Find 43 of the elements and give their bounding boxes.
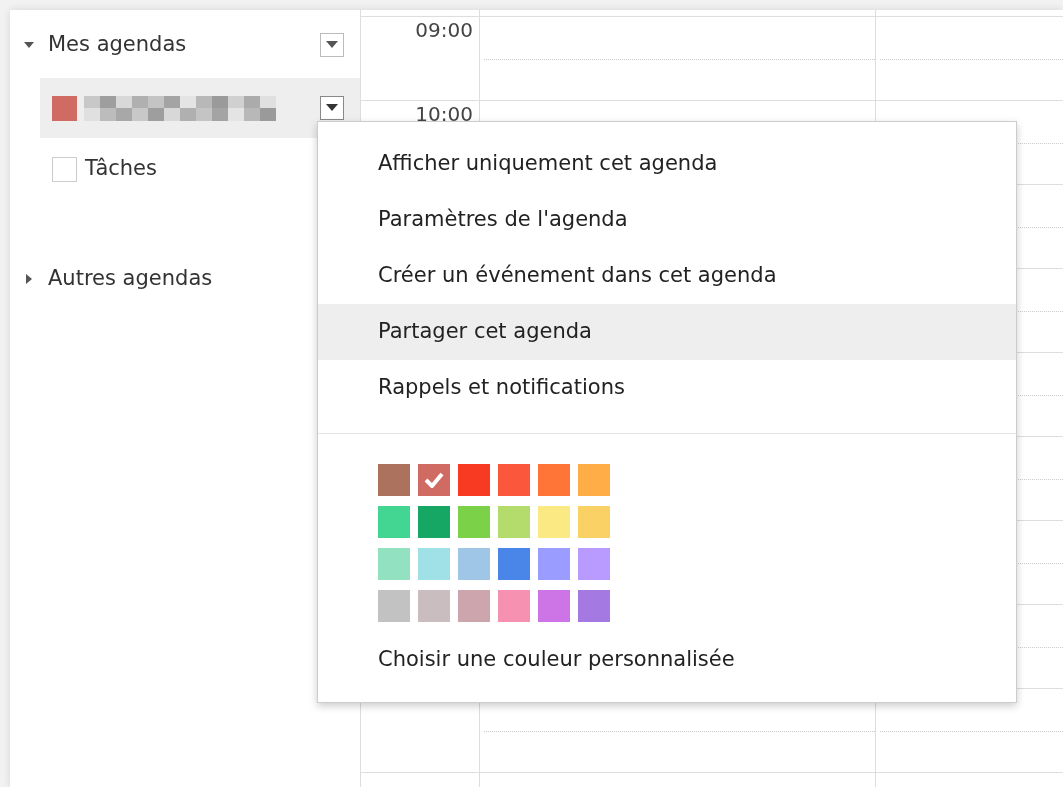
menu-item[interactable]: Créer un événement dans cet agenda: [318, 248, 1016, 304]
color-swatch[interactable]: [418, 506, 450, 538]
time-label: 10:00: [415, 102, 473, 126]
collapse-arrow-icon[interactable]: [24, 40, 34, 50]
color-swatch[interactable]: [418, 548, 450, 580]
caret-icon: [326, 104, 338, 112]
color-swatch[interactable]: [578, 590, 610, 622]
dropdown-button[interactable]: [320, 96, 344, 120]
menu-item[interactable]: Partager cet agenda: [318, 304, 1016, 360]
color-swatch[interactable]: [418, 590, 450, 622]
color-swatch[interactable]: [458, 548, 490, 580]
caret-icon: [326, 41, 338, 49]
color-swatch[interactable]: [538, 506, 570, 538]
color-swatch[interactable]: [538, 464, 570, 496]
menu-item[interactable]: Rappels et notifications: [318, 360, 1016, 416]
check-icon: [424, 472, 444, 488]
menu-item[interactable]: Afficher uniquement cet agenda: [318, 136, 1016, 192]
color-swatch[interactable]: [498, 506, 530, 538]
time-label: 09:00: [415, 18, 473, 42]
color-swatch[interactable]: [498, 548, 530, 580]
color-swatch[interactable]: [378, 590, 410, 622]
calendar-label: Tâches: [85, 155, 157, 183]
color-swatch[interactable]: [578, 506, 610, 538]
custom-color-link[interactable]: Choisir une couleur personnalisée: [378, 644, 735, 676]
section-title[interactable]: Autres agendas: [48, 263, 213, 295]
menu-item[interactable]: Paramètres de l'agenda: [318, 192, 1016, 248]
section-title[interactable]: Mes agendas: [48, 29, 187, 61]
color-swatch[interactable]: [458, 506, 490, 538]
color-swatch[interactable]: [578, 464, 610, 496]
color-swatch[interactable]: [538, 548, 570, 580]
expand-arrow-icon[interactable]: [24, 274, 34, 284]
color-swatch[interactable]: [418, 464, 450, 496]
color-swatch[interactable]: [378, 464, 410, 496]
color-swatch[interactable]: [538, 590, 570, 622]
checkbox[interactable]: [52, 156, 77, 182]
dropdown-button[interactable]: [320, 33, 344, 57]
color-swatch[interactable]: [498, 590, 530, 622]
color-swatch[interactable]: [378, 506, 410, 538]
color-swatch[interactable]: [458, 590, 490, 622]
color-swatch[interactable]: [498, 464, 530, 496]
color-swatch[interactable]: [378, 548, 410, 580]
color-swatch[interactable]: [458, 464, 490, 496]
color-swatch[interactable]: [578, 548, 610, 580]
